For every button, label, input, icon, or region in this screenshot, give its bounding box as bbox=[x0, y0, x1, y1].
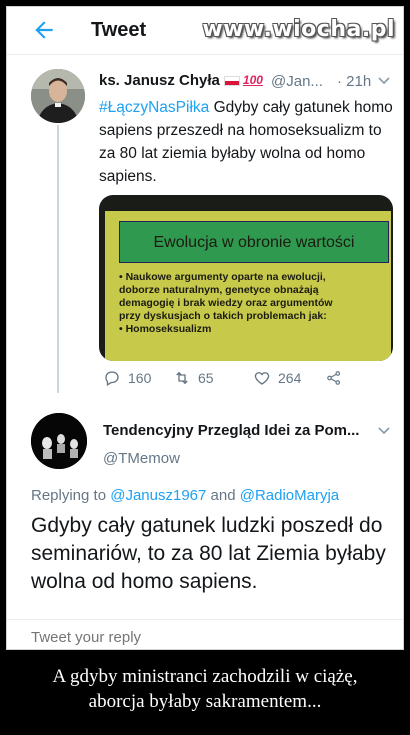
hundred-points-icon: 100 bbox=[242, 73, 263, 87]
reply-button[interactable]: 160 bbox=[103, 369, 151, 387]
top-bar: Tweet www.wiocha.pl bbox=[7, 7, 403, 55]
page-title: Tweet bbox=[91, 19, 147, 41]
poland-flag-icon bbox=[223, 76, 240, 87]
author-name[interactable]: ks. Janusz Chyła 100 bbox=[99, 72, 263, 89]
mention-link[interactable]: @Janusz1967 bbox=[110, 487, 206, 504]
slide-title: Ewolucja w obronie wartości bbox=[119, 221, 389, 263]
heart-icon bbox=[254, 372, 270, 385]
thread-line bbox=[57, 125, 59, 393]
hashtag-link[interactable]: #ŁączyNasPiłka bbox=[99, 99, 209, 116]
share-icon bbox=[327, 371, 341, 385]
presentation-slide: Ewolucja w obronie wartości • Naukowe ar… bbox=[105, 211, 391, 361]
arrow-left-icon[interactable] bbox=[31, 17, 57, 43]
tweet-media[interactable]: Ewolucja w obronie wartości • Naukowe ar… bbox=[99, 195, 393, 361]
retweet-button[interactable]: 65 bbox=[173, 369, 214, 387]
author-handle[interactable]: @TMemow bbox=[103, 450, 180, 467]
author-name[interactable]: Tendencyjny Przegląd Idei za Pom... bbox=[103, 422, 359, 439]
slide-body: • Naukowe argumenty oparte na ewolucji, … bbox=[119, 271, 333, 335]
reply-input[interactable] bbox=[31, 629, 381, 646]
tweet-text: Gdyby cały gatunek ludzki poszedł do sem… bbox=[31, 514, 386, 593]
chevron-down-icon[interactable] bbox=[377, 73, 391, 87]
watermark: www.wiocha.pl bbox=[202, 17, 395, 42]
divider bbox=[7, 619, 403, 620]
avatar[interactable] bbox=[31, 69, 85, 123]
replying-to: Replying to @Janusz1967 and @RadioMaryja bbox=[31, 487, 340, 504]
share-button[interactable] bbox=[325, 369, 343, 387]
tweet-text: #ŁączyNasPiłka Gdyby cały gatunek homo s… bbox=[99, 99, 393, 185]
reply-icon bbox=[105, 371, 119, 386]
like-button[interactable]: 264 bbox=[253, 369, 301, 387]
meme-caption: A gdyby ministranci zachodzili w ciążę, … bbox=[52, 666, 358, 712]
tweet-time[interactable]: · 21h bbox=[337, 73, 371, 90]
tweet-actions: 160 65 264 bbox=[99, 369, 395, 393]
retweet-icon bbox=[176, 371, 188, 385]
avatar[interactable] bbox=[31, 413, 87, 469]
chevron-down-icon[interactable] bbox=[377, 423, 391, 437]
author-handle[interactable]: @Jan... bbox=[271, 73, 323, 90]
tweet-screen: Tweet www.wiocha.pl ks. Janusz Chyła 100 … bbox=[6, 6, 404, 650]
mention-link[interactable]: @RadioMaryja bbox=[240, 487, 339, 504]
